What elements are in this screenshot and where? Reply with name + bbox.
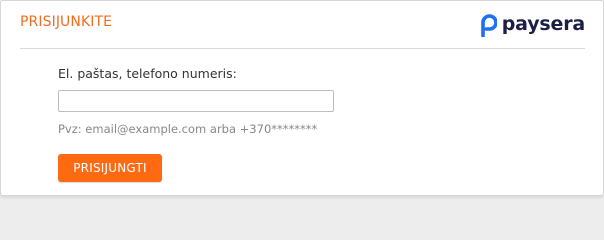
- page-title: PRISIJUNKITE: [20, 14, 113, 30]
- identifier-label: El. paštas, telefono numeris:: [58, 66, 237, 81]
- identifier-input[interactable]: [58, 90, 334, 112]
- login-panel: PRISIJUNKITE paysera El. paštas, telefon…: [0, 0, 604, 196]
- login-button[interactable]: PRISIJUNGTI: [58, 154, 162, 182]
- logo-wordmark: paysera: [501, 12, 585, 35]
- login-form: El. paštas, telefono numeris: Pvz: email…: [58, 66, 358, 182]
- paysera-p-logo-icon: [480, 14, 497, 37]
- identifier-hint: Pvz: email@example.com arba +370********: [58, 122, 318, 136]
- panel-header: PRISIJUNKITE paysera: [20, 1, 585, 49]
- paysera-logo: paysera: [480, 12, 585, 38]
